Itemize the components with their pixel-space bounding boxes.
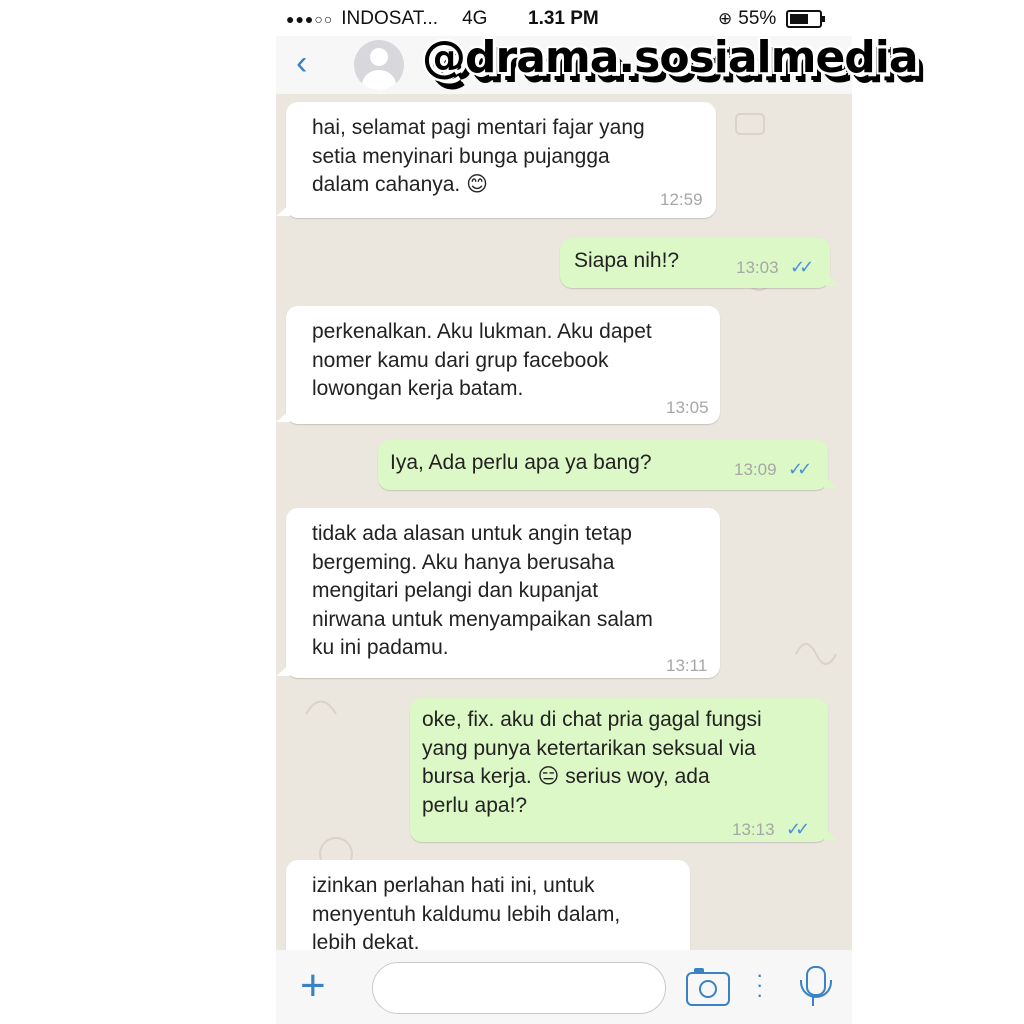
microphone-icon-arc [800, 980, 832, 998]
bubble-tail [276, 204, 290, 216]
vertical-dots-icon[interactable]: · · · [756, 964, 763, 1006]
read-receipt-icon: ✓✓ [790, 257, 814, 277]
battery-icon [786, 10, 826, 28]
default-avatar-icon[interactable] [354, 40, 404, 90]
rotation-lock-icon: ⊕ [718, 9, 733, 28]
message-time: 13:09 [734, 460, 777, 479]
chat-area[interactable]: hai, selamat pagi mentari fajar yang set… [276, 94, 852, 950]
status-bar: ●●●○○ INDOSAT... 4G 1.31 PM ⊕ 55% [276, 0, 852, 36]
message-time: 13:11 [666, 656, 708, 675]
status-left: ●●●○○ INDOSAT... 4G [286, 8, 487, 30]
battery-percent: 55% [738, 8, 777, 29]
input-bar: + · · · [276, 950, 852, 1024]
incoming-message[interactable]: tidak ada alasan untuk angin tetap berge… [276, 508, 720, 678]
message-text: tidak ada alasan untuk angin tetap berge… [312, 522, 653, 659]
incoming-message[interactable]: izinkan perlahan hati ini, untuk menyent… [286, 860, 690, 950]
message-time: 12:59 [660, 190, 703, 209]
message-input[interactable] [372, 962, 666, 1014]
message-text: izinkan perlahan hati ini, untuk menyent… [312, 874, 621, 950]
plus-icon[interactable]: + [300, 964, 326, 1008]
bubble-tail [276, 664, 290, 676]
message-text: Siapa nih!? [574, 249, 680, 272]
outgoing-message[interactable]: Iya, Ada perlu apa ya bang? 13:09 ✓✓ [378, 440, 838, 490]
outgoing-message[interactable]: Siapa nih!? 13:03 ✓✓ [560, 238, 840, 288]
message-time: 13:05 [666, 398, 709, 417]
bubble-tail [826, 274, 840, 286]
message-time: 13:13 [732, 820, 775, 839]
message-text: oke, fix. aku di chat pria gagal fungsi … [422, 708, 762, 817]
watermark-text: @drama.sosialmedia [422, 32, 919, 83]
carrier-name: INDOSAT... [341, 8, 439, 29]
signal-strength-icon: ●●●○○ [286, 11, 334, 27]
message-text: perkenalkan. Aku lukman. Aku dapet nomer… [312, 320, 652, 400]
status-time: 1.31 PM [528, 8, 599, 29]
chevron-left-icon[interactable]: ‹ [296, 46, 307, 80]
bubble-tail [824, 476, 838, 488]
network-type: 4G [462, 8, 488, 29]
status-right: ⊕ 55% [718, 8, 826, 30]
incoming-message[interactable]: perkenalkan. Aku lukman. Aku dapet nomer… [276, 306, 720, 424]
message-text: hai, selamat pagi mentari fajar yang set… [312, 116, 645, 196]
camera-icon[interactable] [686, 968, 730, 1006]
read-receipt-icon: ✓✓ [788, 459, 812, 479]
message-text: Iya, Ada perlu apa ya bang? [390, 451, 652, 474]
message-time: 13:03 [736, 258, 779, 277]
bubble-tail [824, 828, 838, 840]
bubble-tail [276, 410, 290, 422]
microphone-icon-stand [812, 996, 814, 1006]
incoming-message[interactable]: hai, selamat pagi mentari fajar yang set… [276, 102, 716, 218]
read-receipt-icon: ✓✓ [786, 819, 810, 839]
outgoing-message[interactable]: oke, fix. aku di chat pria gagal fungsi … [410, 698, 838, 842]
